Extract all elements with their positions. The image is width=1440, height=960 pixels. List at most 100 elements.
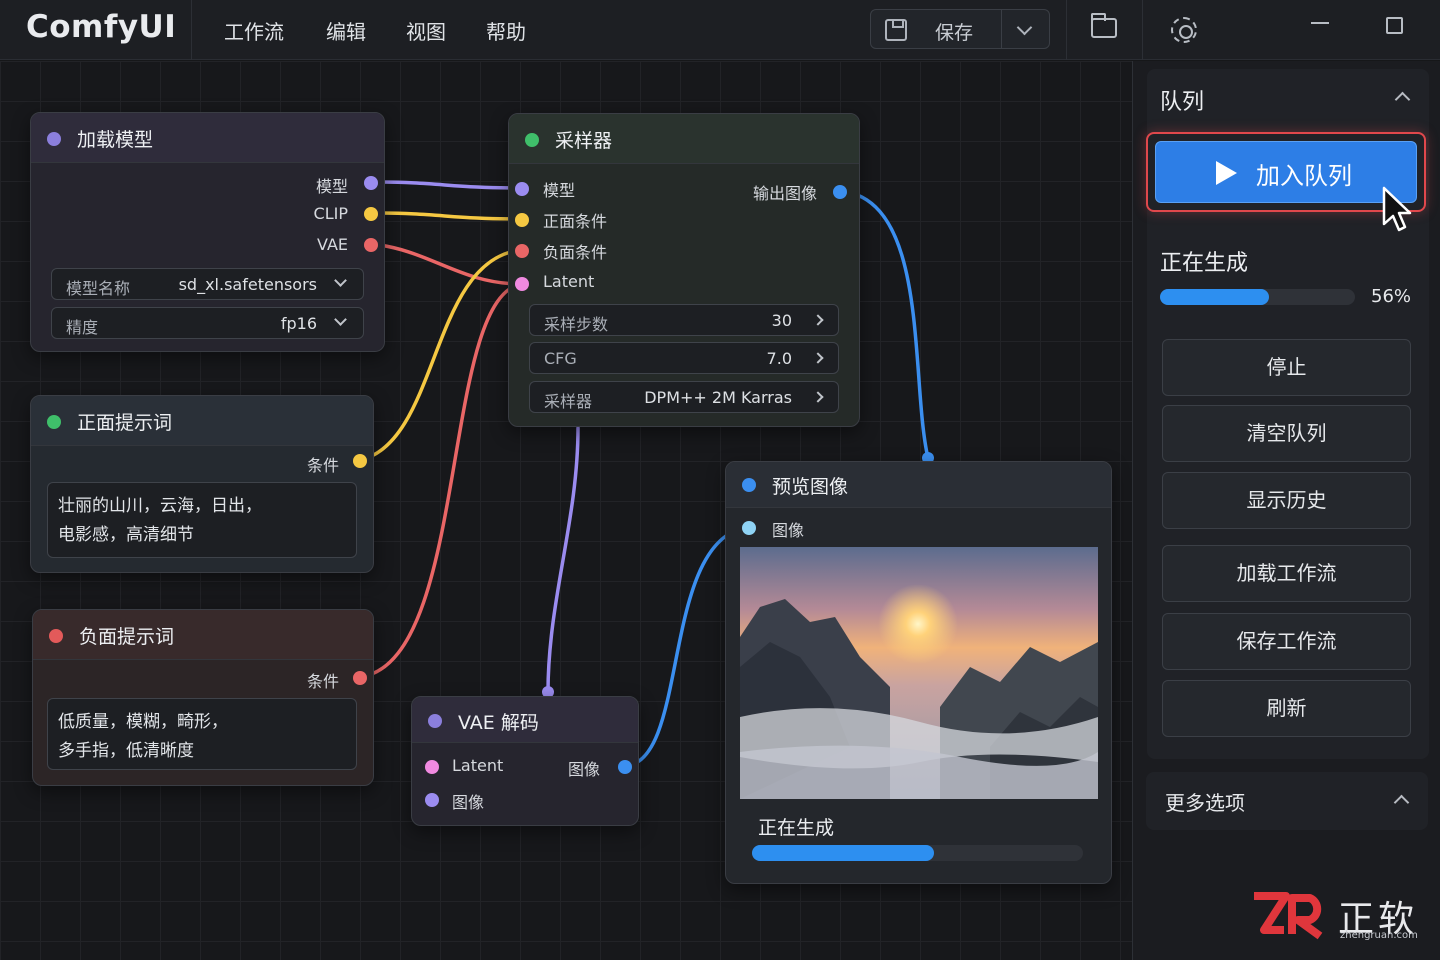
node-status-dot xyxy=(428,714,442,728)
watermark-url: zhengruan.com xyxy=(1340,930,1418,941)
queue-prompt-button[interactable]: 加入队列 xyxy=(1155,141,1417,203)
divider xyxy=(1142,0,1143,60)
save-button-group: 保存 xyxy=(870,9,1050,49)
menu-help[interactable]: 帮助 xyxy=(486,16,526,45)
load-workflow-button[interactable]: 加载工作流 xyxy=(1162,545,1411,602)
negative-prompt-textarea[interactable]: 低质量，模糊，畸形， 多手指，低清晰度 xyxy=(47,698,357,770)
preview-image xyxy=(740,547,1098,799)
node-title: 加载模型 xyxy=(77,129,154,151)
input-label-image: 图像 xyxy=(452,793,485,812)
output-label-image: 图像 xyxy=(567,760,600,779)
output-label-image: 输出图像 xyxy=(752,184,817,203)
input-port-latent[interactable] xyxy=(425,760,439,774)
chevron-right-icon xyxy=(812,391,824,403)
node-title: VAE 解码 xyxy=(458,712,539,734)
queue-title: 队列 xyxy=(1160,90,1205,115)
node-title: 采样器 xyxy=(555,130,613,152)
minimize-icon[interactable] xyxy=(1311,22,1329,24)
preview-progress-fill xyxy=(752,845,935,861)
play-icon xyxy=(1216,161,1237,185)
chevron-up-icon[interactable] xyxy=(1393,794,1410,811)
cfg-field[interactable]: CFG 7.0 xyxy=(529,342,839,374)
show-history-button[interactable]: 显示历史 xyxy=(1162,472,1411,529)
output-port-image[interactable] xyxy=(618,760,632,774)
queue-progress-bar xyxy=(1160,289,1355,305)
input-port-latent[interactable] xyxy=(515,277,529,291)
node-status-dot xyxy=(49,629,63,643)
output-label-vae: VAE xyxy=(317,235,348,254)
input-label-positive: 正面条件 xyxy=(543,212,608,231)
node-vae-decode[interactable]: VAE 解码 Latent 图像 图像 xyxy=(411,696,639,826)
input-port-positive[interactable] xyxy=(515,213,529,227)
precision-select[interactable]: 精度 fp16 xyxy=(51,307,364,339)
field-value: fp16 xyxy=(280,314,317,333)
chevron-right-icon xyxy=(812,314,824,326)
divider xyxy=(1001,10,1002,48)
prompt-line: 电影感，高清细节 xyxy=(58,525,194,545)
more-options-section[interactable]: 更多选项 xyxy=(1146,772,1428,830)
node-status-dot xyxy=(525,133,539,147)
output-port-image[interactable] xyxy=(833,185,847,199)
menu-workflow[interactable]: 工作流 xyxy=(224,16,284,45)
divider xyxy=(191,0,192,60)
prompt-line: 壮丽的山川，云海，日出， xyxy=(58,496,262,516)
menu-view[interactable]: 视图 xyxy=(406,16,446,45)
field-value: DPM++ 2M Karras xyxy=(644,388,792,407)
field-label: CFG xyxy=(544,349,577,368)
preview-status: 正在生成 xyxy=(758,817,835,839)
gear-icon[interactable] xyxy=(1171,17,1197,43)
clear-queue-button[interactable]: 清空队列 xyxy=(1162,405,1411,462)
input-port-image[interactable] xyxy=(742,521,756,535)
save-workflow-button[interactable]: 保存工作流 xyxy=(1162,613,1411,670)
preview-progress-bar xyxy=(752,845,1083,861)
output-label-clip: CLIP xyxy=(313,204,348,223)
progress-percent: 56% xyxy=(1371,286,1412,307)
output-port-model[interactable] xyxy=(364,176,378,190)
node-sampler[interactable]: 采样器 模型 正面条件 负面条件 Latent 输出图像 采样步数 30 CFG… xyxy=(508,113,860,427)
input-port-negative[interactable] xyxy=(515,244,529,258)
output-port-vae[interactable] xyxy=(364,238,378,252)
chevron-down-icon xyxy=(334,274,347,287)
positive-prompt-textarea[interactable]: 壮丽的山川，云海，日出， 电影感，高清细节 xyxy=(47,482,357,558)
menu-edit[interactable]: 编辑 xyxy=(326,16,366,45)
node-negative-prompt[interactable]: 负面提示词 条件 低质量，模糊，畸形， 多手指，低清晰度 xyxy=(32,609,374,786)
refresh-button[interactable]: 刷新 xyxy=(1162,680,1411,737)
stop-button[interactable]: 停止 xyxy=(1162,339,1411,396)
node-title: 负面提示词 xyxy=(79,626,175,648)
output-port-condition[interactable] xyxy=(353,454,367,468)
watermark-logo-icon xyxy=(1254,892,1323,940)
input-label-negative: 负面条件 xyxy=(543,243,608,262)
save-icon[interactable] xyxy=(885,19,907,41)
output-port-condition[interactable] xyxy=(353,671,367,685)
app-logo: ComfyUI xyxy=(26,9,177,45)
field-label: 采样步数 xyxy=(544,315,609,334)
output-port-clip[interactable] xyxy=(364,207,378,221)
maximize-icon[interactable] xyxy=(1386,17,1403,34)
divider xyxy=(1066,0,1067,60)
save-button[interactable]: 保存 xyxy=(935,18,973,45)
node-title: 正面提示词 xyxy=(77,412,173,434)
node-positive-prompt[interactable]: 正面提示词 条件 壮丽的山川，云海，日出， 电影感，高清细节 xyxy=(30,395,374,573)
input-port-image[interactable] xyxy=(425,793,439,807)
queue-progress-fill xyxy=(1160,289,1270,305)
prompt-line: 低质量，模糊，畸形， xyxy=(58,712,228,732)
chevron-right-icon xyxy=(812,352,824,364)
node-load-model[interactable]: 加载模型 模型 CLIP VAE 模型名称 sd_xl.safetensors … xyxy=(30,112,385,352)
input-label-image: 图像 xyxy=(772,521,805,540)
folder-icon[interactable] xyxy=(1091,13,1117,38)
mouse-cursor-icon xyxy=(1382,186,1412,232)
steps-field[interactable]: 采样步数 30 xyxy=(529,304,839,336)
chevron-down-icon[interactable] xyxy=(1016,19,1033,36)
model-name-select[interactable]: 模型名称 sd_xl.safetensors xyxy=(51,268,364,300)
node-status-dot xyxy=(742,478,756,492)
prompt-line: 多手指，低清晰度 xyxy=(58,741,194,761)
node-preview-image[interactable]: 预览图像 图像 正在生成 xyxy=(725,461,1112,884)
sampler-select[interactable]: 采样器 DPM++ 2M Karras xyxy=(529,381,839,413)
field-value: sd_xl.safetensors xyxy=(178,275,317,294)
node-title: 预览图像 xyxy=(772,476,849,498)
input-label-latent: Latent xyxy=(452,756,504,775)
chevron-down-icon xyxy=(334,313,347,326)
input-port-model[interactable] xyxy=(515,182,529,196)
input-label-model: 模型 xyxy=(543,181,576,200)
more-options-label: 更多选项 xyxy=(1165,791,1245,815)
